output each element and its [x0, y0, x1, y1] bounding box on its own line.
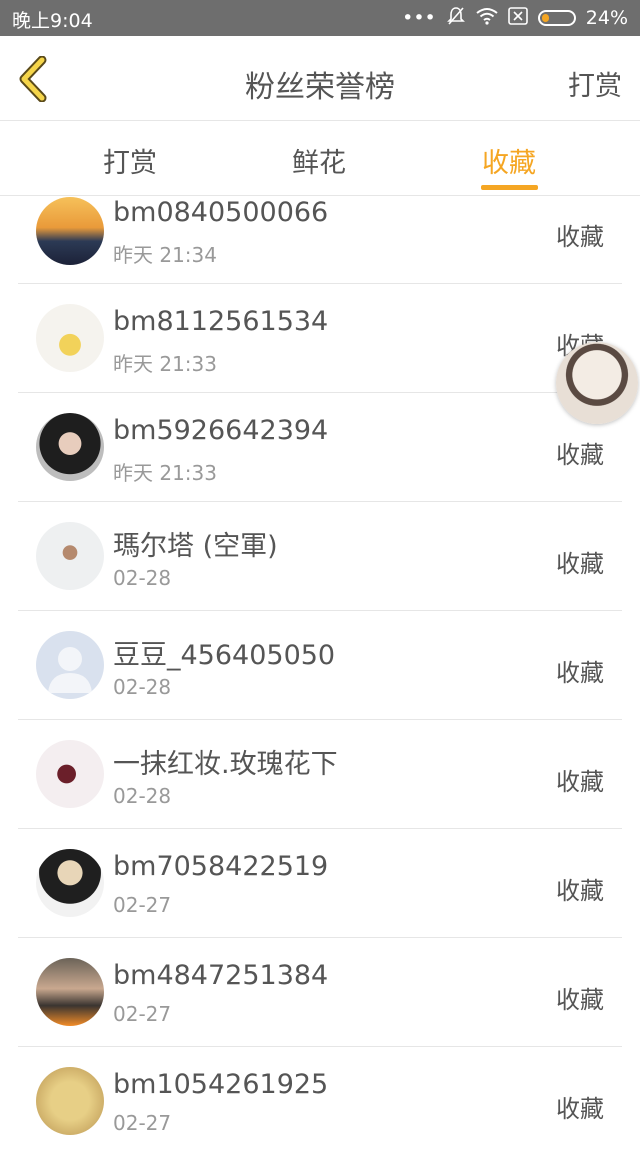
user-avatar: [36, 197, 104, 265]
list-item[interactable]: bm4847251384 02-27 收藏: [18, 938, 622, 1047]
action-label: 收藏: [556, 223, 604, 251]
user-avatar: [36, 304, 104, 372]
battery-icon: [537, 10, 576, 26]
page-title: 粉丝荣誉榜: [245, 70, 395, 105]
tab-favorites[interactable]: 收藏: [482, 141, 536, 180]
user-name: 豆豆_456405050: [113, 640, 336, 671]
list-item[interactable]: bm0840500066 昨天 21:34 收藏: [18, 195, 622, 284]
action-label: 收藏: [556, 768, 604, 796]
action-label: 收藏: [556, 441, 604, 469]
tab-flowers[interactable]: 鲜花: [292, 141, 346, 180]
list-item[interactable]: bm5926642394 昨天 21:33 收藏: [18, 393, 622, 502]
user-avatar: [36, 631, 104, 699]
action-label: 收藏: [556, 877, 604, 905]
battery-percent: 24%: [585, 7, 628, 29]
sim-none-icon: [507, 6, 528, 30]
record-time: 02-27: [113, 893, 172, 917]
app-header: 粉丝荣誉榜 打赏: [0, 36, 640, 121]
record-time: 昨天 21:34: [113, 243, 217, 267]
mute-bell-icon: [446, 6, 466, 31]
floating-assistant-avatar[interactable]: [556, 342, 638, 424]
action-label: 收藏: [556, 550, 604, 578]
user-avatar: [36, 958, 104, 1026]
user-name: bm8112561534: [113, 306, 329, 337]
user-name: bm5926642394: [113, 415, 329, 446]
record-time: 昨天 21:33: [113, 352, 217, 376]
list-item[interactable]: bm1054261925 02-27 收藏: [18, 1047, 622, 1155]
record-time: 02-28: [113, 566, 172, 590]
user-name: bm0840500066: [113, 197, 329, 228]
list-item[interactable]: 瑪尔塔 (空軍) 02-28 收藏: [18, 502, 622, 611]
reward-button[interactable]: 打赏: [568, 64, 622, 103]
user-name: bm7058422519: [113, 851, 329, 882]
action-label: 收藏: [556, 1095, 604, 1123]
list-item[interactable]: 豆豆_456405050 02-28 收藏: [18, 611, 622, 720]
status-bar: 晚上9:04 ••• 24%: [0, 0, 640, 36]
user-avatar: [36, 849, 104, 917]
action-label: 收藏: [556, 659, 604, 687]
user-name: bm1054261925: [113, 1069, 329, 1100]
record-time: 02-27: [113, 1111, 172, 1135]
user-name: 一抹红妆.玫瑰花下: [113, 749, 338, 780]
list-item[interactable]: bm8112561534 昨天 21:33 收藏: [18, 284, 622, 393]
user-name: bm4847251384: [113, 960, 329, 991]
action-label: 收藏: [556, 986, 604, 1014]
status-time: 晚上9:04: [12, 10, 93, 32]
wifi-icon: [476, 7, 498, 30]
list-item[interactable]: 一抹红妆.玫瑰花下 02-28 收藏: [18, 720, 622, 829]
tab-reward[interactable]: 打赏: [103, 141, 157, 180]
record-time: 02-28: [113, 784, 172, 808]
active-tab-indicator: [481, 185, 538, 190]
more-dots-icon: •••: [402, 7, 436, 29]
user-avatar: [36, 740, 104, 808]
user-avatar: [36, 413, 104, 481]
fan-list: bm0840500066 昨天 21:34 收藏 bm8112561534 昨天…: [18, 195, 622, 1155]
user-avatar: [36, 522, 104, 590]
user-name: 瑪尔塔 (空軍): [113, 531, 278, 562]
user-avatar: [36, 1067, 104, 1135]
record-time: 昨天 21:33: [113, 461, 217, 485]
status-icons: ••• 24%: [402, 5, 628, 31]
default-user-icon: [48, 647, 92, 693]
list-item[interactable]: bm7058422519 02-27 收藏: [18, 829, 622, 938]
record-time: 02-28: [113, 675, 172, 699]
tab-bar: 打赏 鲜花 收藏: [0, 121, 640, 196]
record-time: 02-27: [113, 1002, 172, 1026]
